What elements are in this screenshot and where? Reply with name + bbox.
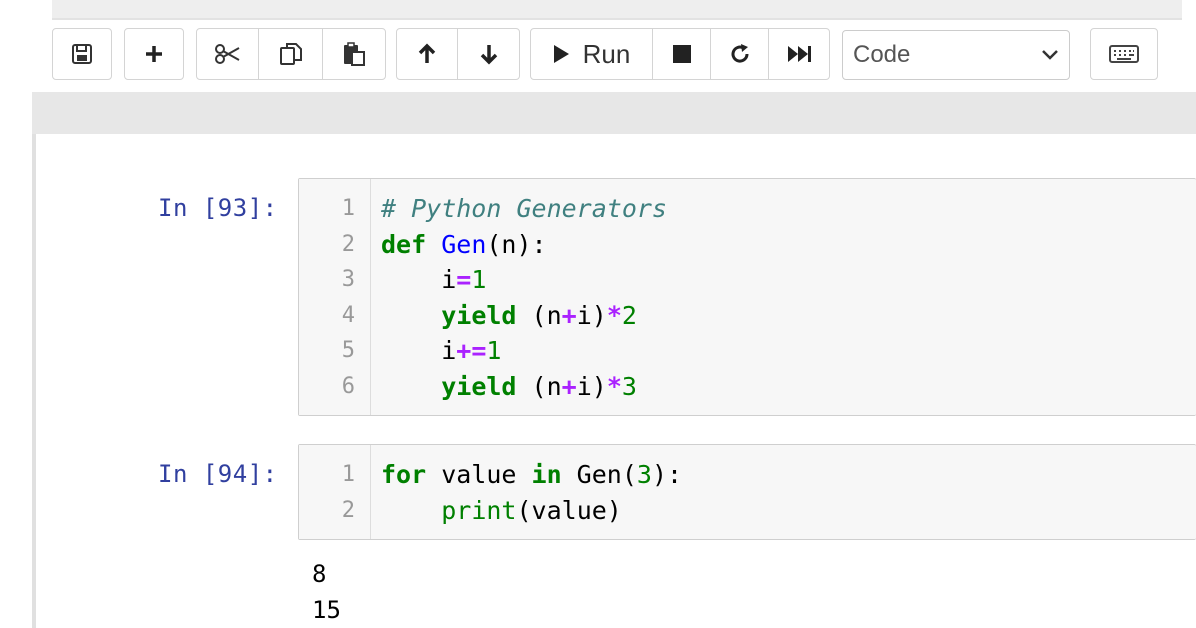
line-number: 3 [341, 267, 355, 292]
paste-icon [344, 42, 365, 66]
code-token: (n): [486, 229, 547, 259]
copy-button[interactable] [259, 29, 323, 79]
cut-button[interactable] [197, 29, 259, 79]
restart-kernel-button[interactable] [711, 29, 769, 79]
code-token: in [531, 460, 562, 489]
line-number: 6 [341, 373, 355, 399]
code-token: ): [651, 460, 683, 489]
code-token: Gen [441, 229, 487, 259]
save-group [52, 28, 112, 80]
code-token: i [381, 265, 457, 294]
line-number: 1 [341, 196, 355, 221]
arrow-down-icon [480, 45, 497, 65]
code-token: + [561, 371, 577, 401]
code-line: for value in Gen(3): [381, 457, 682, 493]
code-token: print [441, 495, 517, 525]
command-palette-button[interactable] [1091, 29, 1157, 79]
code-line: i+=1 [381, 333, 501, 369]
code-token: = [456, 265, 472, 294]
insert-cell-button[interactable] [125, 29, 183, 79]
interrupt-button[interactable] [653, 29, 711, 79]
scissors-icon [214, 44, 239, 64]
arrow-up-icon [418, 43, 436, 63]
code-line: # Python Generators [381, 191, 667, 227]
code-token: i [381, 336, 457, 365]
code-line: i=1 [381, 262, 486, 298]
code-line: yield (n+i)*2 [381, 298, 637, 334]
command-palette-group [1090, 28, 1158, 80]
code-token: + [561, 300, 577, 330]
code-token: i) [576, 300, 607, 330]
line-number: 4 [341, 302, 355, 328]
jupyter-notebook-page: Run Code In [93]: 1 # Python Generators … [0, 0, 1196, 628]
cell-prompt: In [94]: [158, 460, 278, 488]
code-token: i) [576, 371, 607, 401]
move-down-button[interactable] [458, 29, 519, 79]
output-line: 15 [312, 596, 341, 624]
code-token: += [456, 336, 487, 365]
line-number: 2 [341, 497, 355, 523]
stop-icon [672, 45, 691, 63]
notebook-header-band [32, 92, 1196, 134]
code-token: def [381, 229, 427, 259]
run-group: Run [530, 28, 830, 80]
clipboard-group [196, 28, 386, 80]
code-token: yield [441, 371, 517, 401]
code-line: print(value) [381, 493, 622, 529]
plus-icon [146, 46, 162, 62]
code-token: 1 [471, 265, 487, 294]
move-up-button[interactable] [397, 29, 458, 79]
code-token: 2 [621, 300, 637, 330]
code-token: * [606, 300, 622, 330]
save-icon [72, 44, 92, 64]
output-line: 8 [312, 560, 327, 588]
code-token: 3 [636, 460, 652, 489]
insert-group [124, 28, 184, 80]
paste-button[interactable] [323, 29, 385, 79]
restart-run-all-button[interactable] [769, 29, 829, 79]
cell-type-select[interactable]: Code [842, 30, 1070, 80]
code-token: 3 [621, 371, 637, 401]
run-label: Run [582, 38, 631, 69]
code-token: * [606, 371, 622, 401]
code-token: yield [441, 300, 517, 330]
code-line: def Gen(n): [381, 227, 547, 263]
code-token: 1 [486, 336, 502, 365]
code-token: (n [516, 371, 562, 401]
code-token: (value) [516, 495, 622, 525]
line-number: 5 [341, 338, 355, 363]
chevron-down-icon [1042, 50, 1058, 60]
code-token: (n [516, 300, 562, 330]
restart-icon [731, 44, 749, 63]
code-cell-input[interactable]: 1 # Python Generators 2 def Gen(n): 3 i=1 4 y… [298, 178, 1196, 416]
copy-icon [279, 43, 302, 65]
fast-forward-icon [788, 46, 811, 62]
save-button[interactable] [53, 29, 111, 79]
code-token: for [381, 460, 427, 489]
keyboard-icon [1109, 45, 1139, 63]
code-token: Gen( [561, 460, 637, 489]
run-button[interactable]: Run [531, 29, 653, 79]
move-group [396, 28, 520, 80]
play-icon [553, 45, 569, 63]
notebook-toolbar: Run Code [52, 28, 1196, 82]
code-line: yield (n+i)*3 [381, 369, 637, 405]
menubar [52, 0, 1182, 20]
code-token: value [426, 460, 532, 489]
line-number: 1 [341, 462, 355, 487]
code-cell-input[interactable]: 1 for value in Gen(3): 2 print(value) [298, 444, 1196, 540]
line-number: 2 [341, 231, 355, 257]
cell-prompt: In [93]: [158, 194, 278, 222]
cell-type-value: Code [853, 41, 911, 68]
code-token: # Python Generators [381, 194, 667, 223]
